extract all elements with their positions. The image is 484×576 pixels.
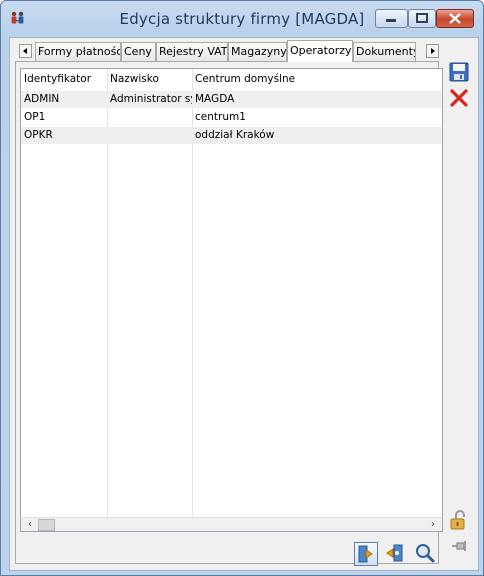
preview-button[interactable]	[414, 542, 438, 566]
tab-label: Dokumenty	[356, 45, 416, 58]
cell-centrum-domyslne: oddział Kraków	[195, 129, 275, 141]
close-button[interactable]	[436, 9, 474, 28]
cell-centrum-domyslne: MAGDA	[195, 93, 235, 105]
window: Edycja struktury firmy [MAGDA] Formy pła…	[0, 0, 484, 576]
tab-label: Ceny	[124, 45, 152, 58]
horizontal-scrollbar[interactable]: ‹ ›	[21, 517, 442, 531]
scrollbar-thumb[interactable]	[38, 519, 55, 531]
cell-identyfikator: OP1	[24, 111, 46, 123]
table-row[interactable]: ADMIN Administrator sys MAGDA	[21, 91, 442, 108]
column-header-centrum-domyslne[interactable]: Centrum domyślne	[195, 73, 295, 85]
cell-identyfikator: OPKR	[24, 129, 53, 141]
tab-label: Rejestry VAT	[159, 45, 228, 58]
scroll-left-arrow-icon[interactable]: ‹	[23, 519, 37, 531]
window-client-area: Formy płatności Ceny Rejestry VAT Magazy…	[9, 37, 479, 571]
tab-rejestry-vat[interactable]: Rejestry VAT	[156, 42, 228, 61]
tab-label: Magazyny	[231, 45, 287, 58]
tab-scroll-left-button[interactable]	[19, 44, 32, 58]
tab-magazyny[interactable]: Magazyny	[228, 42, 287, 61]
delete-button[interactable]	[447, 86, 471, 110]
maximize-button[interactable]	[408, 9, 436, 28]
cell-centrum-domyslne: centrum1	[195, 111, 246, 123]
tab-ceny[interactable]: Ceny	[121, 42, 156, 61]
tab-formy-platnosci[interactable]: Formy płatności	[35, 42, 121, 61]
operators-grid[interactable]: Identyfikator Nazwisko Centrum domyślne …	[20, 68, 443, 532]
tab-scroll-right-button[interactable]	[426, 44, 439, 58]
lock-button[interactable]	[447, 508, 471, 532]
scroll-right-arrow-icon[interactable]: ›	[426, 519, 440, 531]
cell-nazwisko: Administrator sys	[110, 93, 192, 105]
tab-operatorzy[interactable]: Operatorzy	[287, 40, 353, 62]
minimize-button[interactable]	[375, 9, 408, 28]
tab-label: Formy płatności	[38, 45, 121, 58]
attach-operator-button[interactable]	[354, 542, 378, 566]
detach-operator-button[interactable]	[384, 542, 408, 566]
column-header-nazwisko[interactable]: Nazwisko	[110, 73, 159, 85]
table-row[interactable]: OP1 centrum1	[21, 109, 442, 126]
tab-label: Operatorzy	[290, 44, 352, 57]
pin-button[interactable]	[447, 534, 471, 558]
column-header-identyfikator[interactable]: Identyfikator	[24, 73, 91, 85]
tab-dokumenty[interactable]: Dokumenty	[353, 42, 416, 61]
save-button[interactable]	[447, 60, 471, 84]
cell-identyfikator: ADMIN	[24, 93, 60, 105]
title-bar[interactable]: Edycja struktury firmy [MAGDA]	[1, 1, 483, 37]
table-row[interactable]: OPKR oddział Kraków	[21, 127, 442, 144]
